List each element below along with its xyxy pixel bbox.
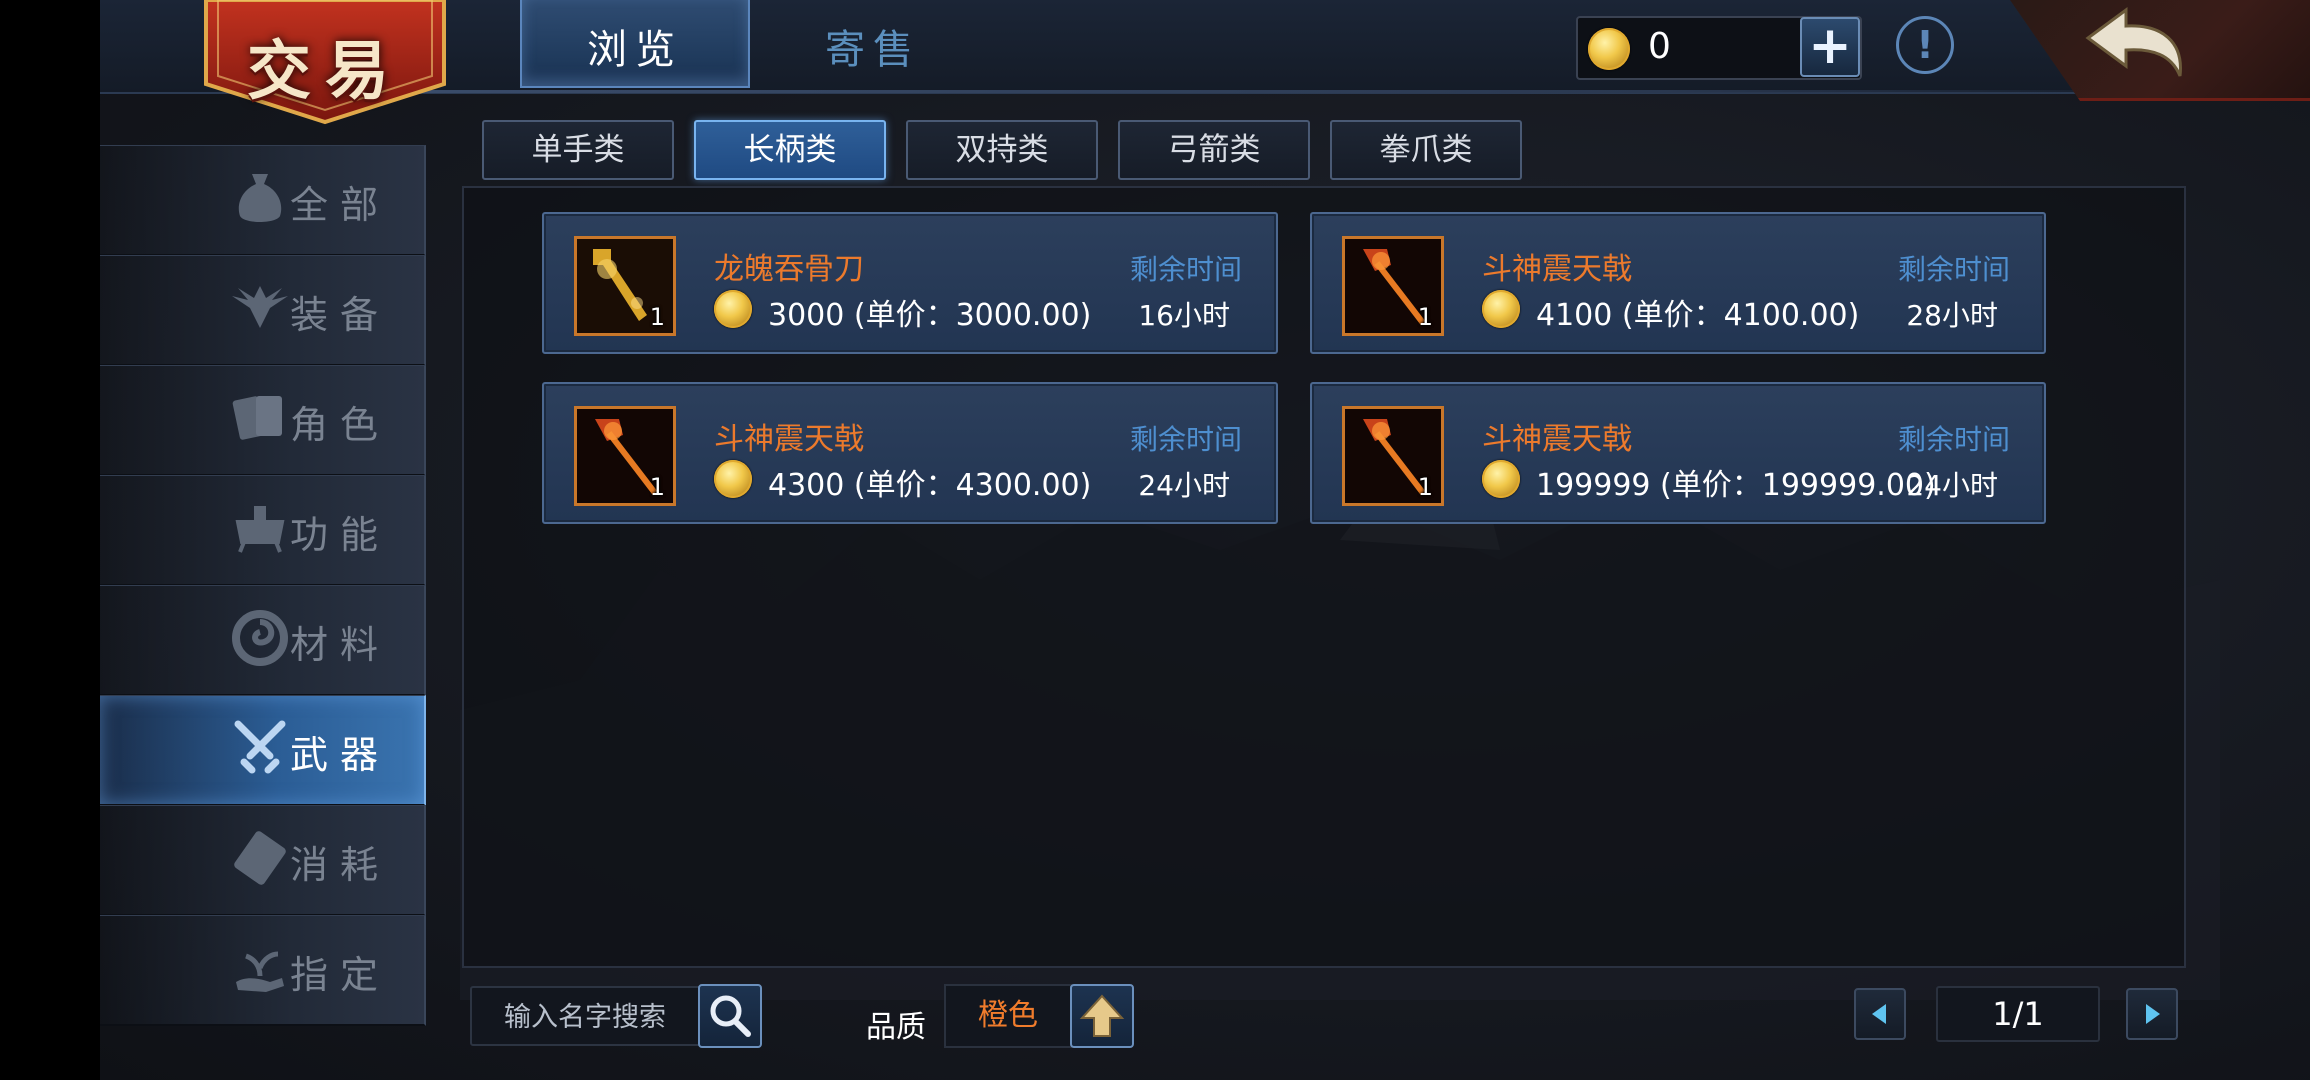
quality-sort-button[interactable] bbox=[1070, 984, 1134, 1048]
hand-sprout-icon bbox=[236, 951, 284, 992]
arrow-up-icon bbox=[1079, 994, 1125, 1037]
subtab-one-handed[interactable]: 单手类 bbox=[482, 120, 674, 180]
item-quantity: 1 bbox=[649, 473, 665, 501]
time-remaining-label: 剩余时间 bbox=[1129, 423, 1242, 456]
gold-coin-icon bbox=[1482, 290, 1520, 328]
item-quantity: 1 bbox=[649, 303, 665, 331]
item-quantity: 1 bbox=[1417, 303, 1433, 331]
currency-amount: 0 bbox=[1648, 26, 1671, 67]
item-slot: 1 bbox=[574, 406, 676, 506]
time-remaining-label: 剩余时间 bbox=[1897, 423, 2010, 456]
scroll-card-icon bbox=[234, 831, 286, 885]
info-button[interactable]: ! bbox=[1896, 16, 1954, 74]
next-page-button[interactable] bbox=[2126, 988, 2178, 1040]
gold-coin-icon bbox=[714, 290, 752, 328]
subtab-polearm[interactable]: 长柄类 bbox=[694, 120, 886, 180]
item-name: 斗神震天戟 bbox=[1482, 422, 1632, 457]
search-icon bbox=[710, 995, 751, 1037]
category-sidebar: 全部 装备 角色 功能 材料 武器 消耗 指定 bbox=[100, 145, 426, 1080]
subtab-dual-wield[interactable]: 双持类 bbox=[906, 120, 1098, 180]
sidebar-item-all[interactable]: 全部 bbox=[100, 145, 426, 256]
item-price: 4300 (单价：4300.00) bbox=[768, 468, 1092, 503]
time-remaining-label: 剩余时间 bbox=[1897, 253, 2010, 286]
item-name: 斗神震天戟 bbox=[714, 422, 864, 457]
item-quantity: 1 bbox=[1417, 473, 1433, 501]
quality-label: 品质 bbox=[866, 1010, 926, 1045]
sidebar-item-function[interactable]: 功能 bbox=[100, 475, 426, 586]
item-name: 斗神震天戟 bbox=[1482, 252, 1632, 287]
back-arrow-icon bbox=[2085, 7, 2182, 77]
sidebar-item-consumables[interactable]: 消耗 bbox=[100, 805, 426, 916]
add-currency-button[interactable]: + bbox=[1800, 17, 1860, 77]
triangle-left-icon bbox=[1872, 1004, 1886, 1024]
sidebar-item-weapons[interactable]: 武器 bbox=[100, 695, 426, 806]
search-input[interactable] bbox=[472, 988, 698, 1046]
time-remaining-value: 28小时 bbox=[1906, 299, 1998, 332]
sidebar-item-label: 功能 bbox=[289, 513, 390, 557]
sidebar-item-label: 材料 bbox=[289, 623, 390, 667]
item-price: 4100 (单价：4100.00) bbox=[1536, 298, 1860, 333]
previous-page-button[interactable] bbox=[1854, 988, 1906, 1040]
furnace-icon bbox=[235, 506, 285, 553]
listing-card[interactable]: 1 斗神震天戟 199999 (单价：199999.00) 剩余时间 24小时 bbox=[1310, 382, 2046, 524]
triangle-right-icon bbox=[2146, 1004, 2160, 1024]
gold-coin-icon bbox=[714, 460, 752, 498]
item-price: 199999 (单价：199999.00) bbox=[1536, 468, 1936, 503]
listing-card[interactable]: 1 斗神震天戟 4100 (单价：4100.00) 剩余时间 28小时 bbox=[1310, 212, 2046, 354]
subtab-fist-claw[interactable]: 拳爪类 bbox=[1330, 120, 1522, 180]
item-price: 3000 (单价：3000.00) bbox=[768, 298, 1092, 333]
sidebar-item-label: 消耗 bbox=[289, 843, 390, 887]
time-remaining-label: 剩余时间 bbox=[1129, 253, 1242, 286]
gold-coin-icon bbox=[1588, 28, 1630, 70]
sidebar-item-character[interactable]: 角色 bbox=[100, 365, 426, 476]
cards-icon bbox=[232, 396, 282, 440]
time-remaining-value: 16小时 bbox=[1138, 299, 1230, 332]
item-slot: 1 bbox=[574, 236, 676, 336]
sidebar-item-specified[interactable]: 指定 bbox=[100, 915, 426, 1026]
top-bar-divider bbox=[400, 90, 2200, 93]
time-remaining-value: 24小时 bbox=[1906, 469, 1998, 502]
sidebar-item-label: 武器 bbox=[289, 733, 390, 777]
time-remaining-value: 24小时 bbox=[1138, 469, 1230, 502]
sidebar-item-label: 装备 bbox=[289, 293, 390, 337]
sidebar-item-materials[interactable]: 材料 bbox=[100, 585, 426, 696]
gold-coin-icon bbox=[1482, 460, 1520, 498]
item-slot: 1 bbox=[1342, 406, 1444, 506]
sidebar-item-equipment[interactable]: 装备 bbox=[100, 255, 426, 366]
trade-screen: 交易 浏览 寄售 0 + ! 全部 装备 角色 功能 材料 武器 消耗 指定 单… bbox=[100, 0, 2310, 1080]
back-button[interactable] bbox=[2080, 4, 2190, 90]
tab-browse[interactable]: 浏览 bbox=[520, 0, 750, 88]
money-bag-icon bbox=[238, 174, 282, 222]
title-emblem: 交易 bbox=[200, 0, 450, 126]
listing-card[interactable]: 1 龙魄吞骨刀 3000 (单价：3000.00) 剩余时间 16小时 bbox=[542, 212, 1278, 354]
swirl-icon bbox=[232, 610, 288, 666]
item-slot: 1 bbox=[1342, 236, 1444, 336]
sidebar-item-label: 指定 bbox=[289, 953, 390, 997]
sidebar-item-label: 角色 bbox=[289, 403, 390, 447]
item-name: 龙魄吞骨刀 bbox=[714, 252, 864, 287]
tab-consign[interactable]: 寄售 bbox=[760, 0, 986, 86]
wings-emblem-icon bbox=[232, 286, 288, 328]
search-button[interactable] bbox=[698, 984, 762, 1048]
quality-select[interactable]: 橙色 bbox=[944, 984, 1072, 1048]
listing-card[interactable]: 1 斗神震天戟 4300 (单价：4300.00) 剩余时间 24小时 bbox=[542, 382, 1278, 524]
crossed-swords-icon bbox=[234, 720, 286, 774]
search-box bbox=[470, 986, 702, 1046]
sidebar-item-label: 全部 bbox=[289, 183, 390, 227]
subtab-bow[interactable]: 弓箭类 bbox=[1118, 120, 1310, 180]
page-indicator: 1/1 bbox=[1936, 986, 2100, 1042]
page-title: 交易 bbox=[247, 34, 403, 109]
